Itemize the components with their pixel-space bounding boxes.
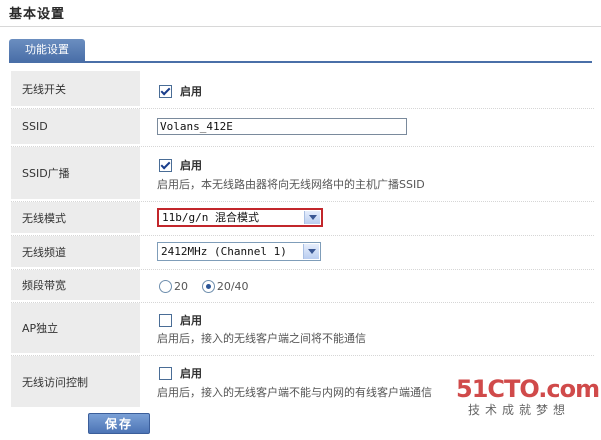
bandwidth-20-40-radio[interactable] <box>201 280 215 293</box>
watermark-logo: 51CTO.com 技术成就梦想 <box>456 375 600 418</box>
save-button[interactable]: 保存 <box>88 413 150 434</box>
access-control-option: 启用 <box>180 367 202 380</box>
wireless-mode-value: 11b/g/n 混合模式 <box>162 211 259 224</box>
wireless-switch-checkbox[interactable] <box>159 84 172 98</box>
access-control-label: 无线访问控制 <box>11 356 140 409</box>
ssid-broadcast-option: 启用 <box>180 159 202 172</box>
wireless-channel-select[interactable]: 2412MHz (Channel 1) <box>157 242 321 261</box>
row-ssid: SSID Volans_412E <box>11 109 594 147</box>
row-ap-isolation: AP独立 启用 启用后，接入的无线客户端之间将不能通信 <box>11 303 594 356</box>
wireless-mode-label: 无线模式 <box>11 202 140 235</box>
wireless-channel-label: 无线频道 <box>11 236 140 269</box>
tab-divider <box>9 61 592 63</box>
row-wireless-switch: 无线开关 启用 <box>11 71 594 109</box>
ap-isolation-option: 启用 <box>180 314 202 327</box>
row-wireless-mode: 无线模式 11b/g/n 混合模式 <box>11 202 594 236</box>
page-title: 基本设置 <box>9 7 66 22</box>
access-control-checkbox[interactable] <box>159 366 172 380</box>
wireless-mode-select[interactable]: 11b/g/n 混合模式 <box>157 208 323 227</box>
bandwidth-20-40-label: 20/40 <box>216 280 249 293</box>
ssid-label: SSID <box>11 109 140 146</box>
title-divider <box>0 26 601 27</box>
ssid-broadcast-label: SSID广播 <box>11 147 140 201</box>
wireless-switch-label: 无线开关 <box>11 71 140 108</box>
ap-isolation-checkbox[interactable] <box>159 313 172 327</box>
wireless-channel-value: 2412MHz (Channel 1) <box>161 245 287 258</box>
watermark-slogan: 技术成就梦想 <box>468 403 571 417</box>
chevron-down-icon[interactable] <box>304 211 320 224</box>
ap-isolation-hint: 启用后，接入的无线客户端之间将不能通信 <box>157 332 366 345</box>
watermark-text: 51CTO.com <box>456 375 600 403</box>
ssid-broadcast-hint: 启用后，本无线路由器将向无线网络中的主机广播SSID <box>157 178 425 191</box>
row-ssid-broadcast: SSID广播 启用 启用后，本无线路由器将向无线网络中的主机广播SSID <box>11 147 594 202</box>
ap-isolation-label: AP独立 <box>11 303 140 355</box>
bandwidth-20-radio[interactable] <box>159 280 172 293</box>
access-control-hint: 启用后，接入的无线客户端不能与内网的有线客户端通信 <box>157 386 432 399</box>
wireless-switch-option: 启用 <box>180 85 202 98</box>
tab-function-settings[interactable]: 功能设置 <box>9 39 85 61</box>
ssid-broadcast-checkbox[interactable] <box>159 158 172 172</box>
ssid-input[interactable]: Volans_412E <box>157 118 407 135</box>
row-bandwidth: 频段带宽 20 20/40 <box>11 270 594 303</box>
bandwidth-label: 频段带宽 <box>11 270 140 302</box>
row-wireless-channel: 无线频道 2412MHz (Channel 1) <box>11 236 594 270</box>
bandwidth-20-label: 20 <box>174 280 188 293</box>
settings-form: 无线开关 启用 SSID Volans_412E SSID广播 启用 启用后，本… <box>11 71 594 409</box>
chevron-down-icon[interactable] <box>303 244 319 259</box>
